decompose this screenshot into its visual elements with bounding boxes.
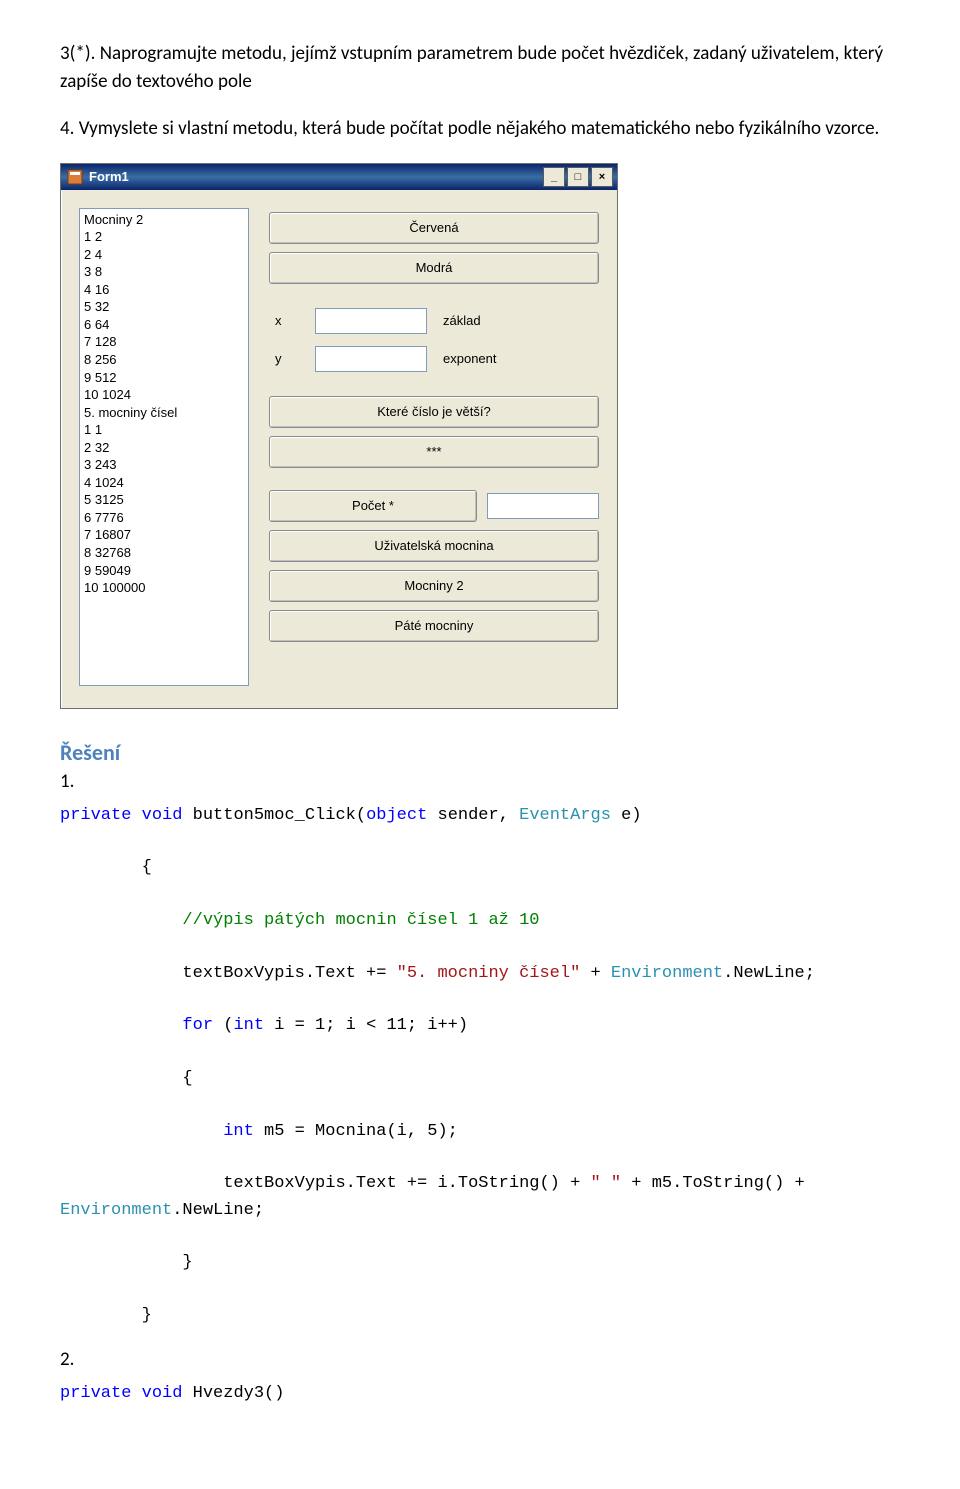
maximize-button[interactable]: □: [567, 167, 589, 187]
modra-button[interactable]: Modrá: [269, 252, 599, 284]
label-y: y: [269, 351, 305, 366]
close-button[interactable]: ×: [591, 167, 613, 187]
solution-item-2: 2.: [60, 1348, 900, 1371]
output-listbox[interactable]: Mocniny 2 1 2 2 4 3 8 4 16 5 32 6 64 7 1…: [79, 208, 249, 686]
label-x: x: [269, 313, 305, 328]
solution-heading: Řešení: [60, 739, 900, 766]
input-y[interactable]: [315, 346, 427, 372]
moc2-button[interactable]: Mocniny 2: [269, 570, 599, 602]
label-zaklad: základ: [437, 313, 599, 328]
intro-para-2: 4. Vymyslete si vlastní metodu, která bu…: [60, 115, 900, 143]
input-x[interactable]: [315, 308, 427, 334]
stars-button[interactable]: ***: [269, 436, 599, 468]
titlebar: Form1 _ □ ×: [61, 164, 617, 190]
solution-item-1: 1.: [60, 770, 900, 793]
intro-para-1: 3(*). Naprogramujte metodu, jejímž vstup…: [60, 40, 900, 95]
pocet-button[interactable]: Počet *: [269, 490, 477, 522]
window-title: Form1: [89, 169, 543, 184]
cervena-button[interactable]: Červená: [269, 212, 599, 244]
form1-window: Form1 _ □ × Mocniny 2 1 2 2 4 3 8 4 16 5…: [60, 163, 618, 709]
input-pocet[interactable]: [487, 493, 599, 519]
vetsi-button[interactable]: Které číslo je větší?: [269, 396, 599, 428]
label-exponent: exponent: [437, 351, 599, 366]
minimize-button[interactable]: _: [543, 167, 565, 187]
user-pow-button[interactable]: Uživatelská mocnina: [269, 530, 599, 562]
app-icon: [67, 169, 83, 185]
pate-button[interactable]: Páté mocniny: [269, 610, 599, 642]
code-block-2: private void Hvezdy3(): [60, 1381, 900, 1407]
code-block-1: private void button5moc_Click(object sen…: [60, 803, 900, 1330]
